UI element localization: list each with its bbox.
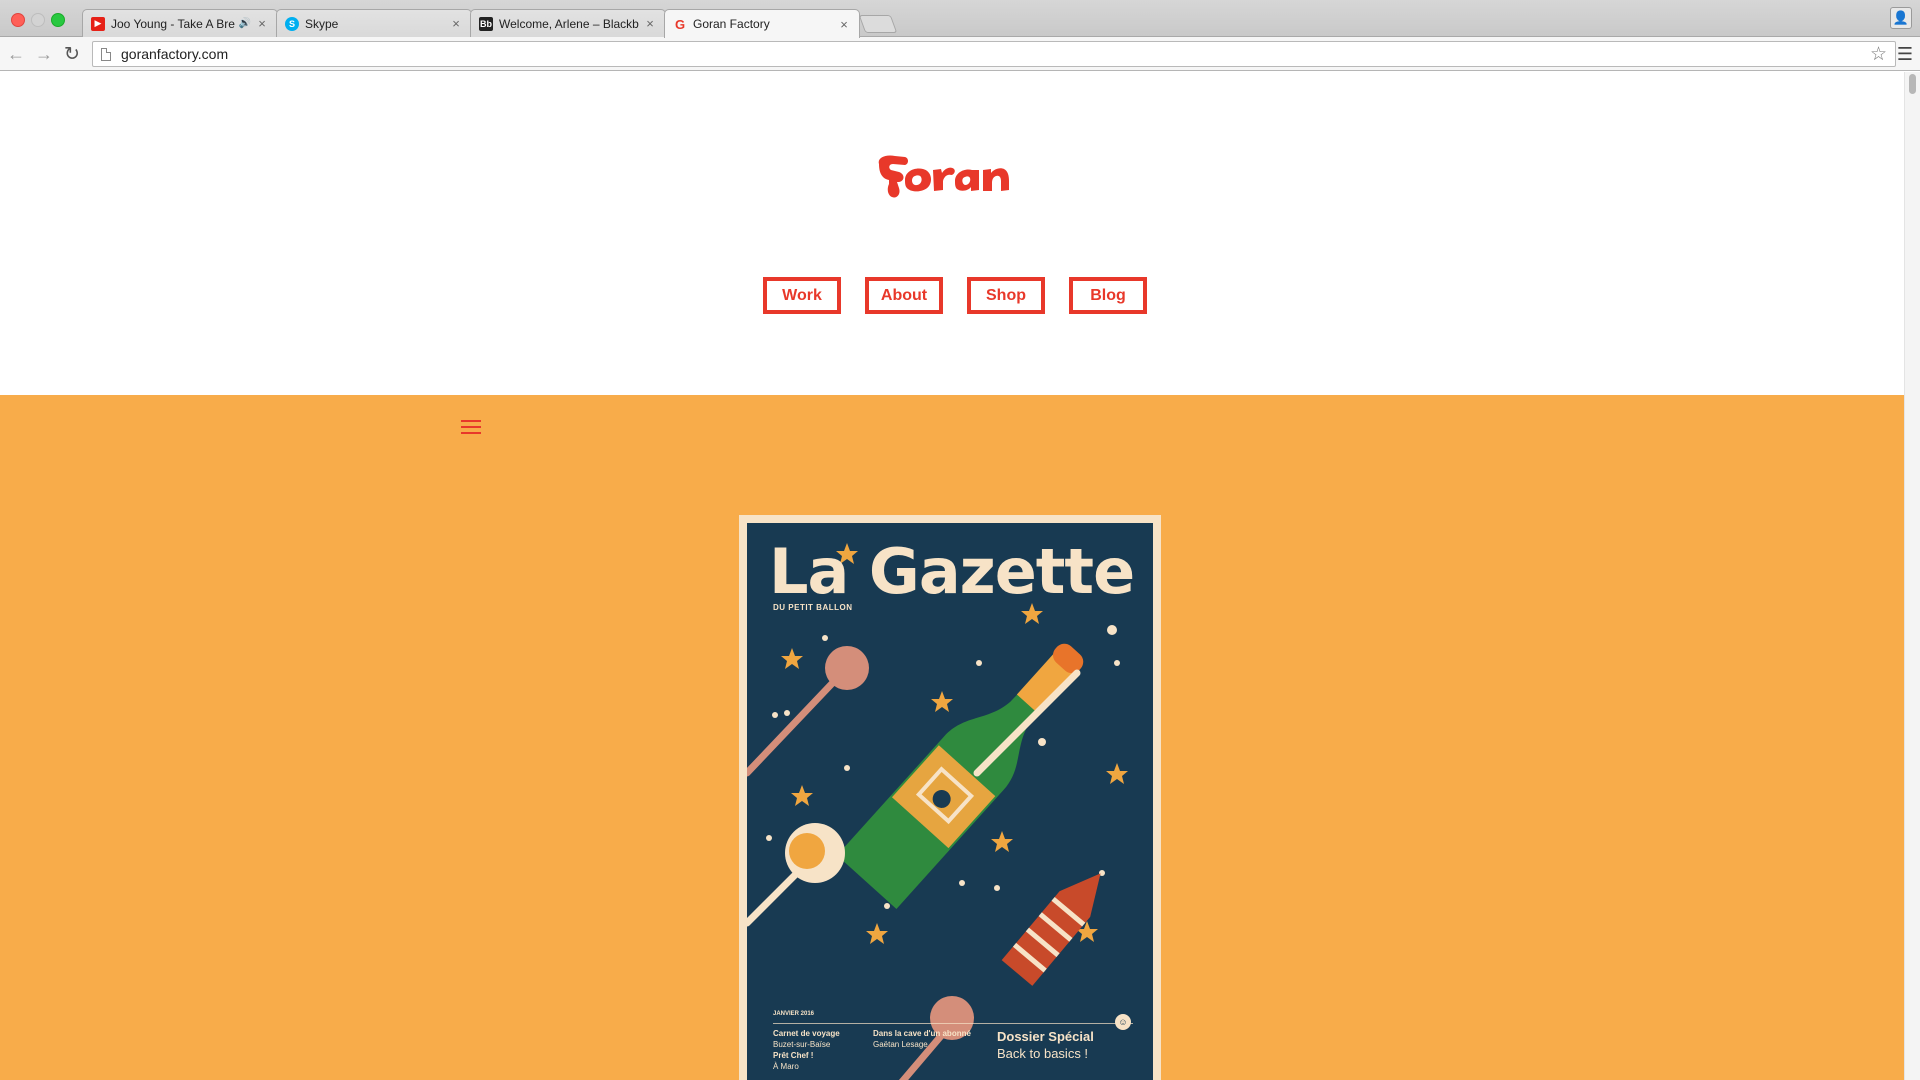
forward-button[interactable]: → — [33, 43, 55, 65]
tab-title: Joo Young - Take A Bre — [111, 16, 235, 31]
poster-column-2: Dans la cave d'un abonné Gaëtan Lesage — [873, 1028, 971, 1050]
close-icon[interactable]: × — [837, 17, 851, 32]
poster-col1-text2: À Maro — [773, 1062, 799, 1071]
nav-about-button[interactable]: About — [865, 277, 943, 314]
poster-col1-title: Carnet de voyage — [773, 1029, 840, 1038]
poster-title: La Gazette — [769, 535, 1135, 608]
poster-artwork: La Gazette DU PETIT BALLON JANVIER 2016 … — [747, 523, 1153, 1080]
window-maximize-button[interactable] — [51, 13, 65, 27]
hamburger-menu-icon[interactable] — [461, 420, 481, 434]
site-header: Work About Shop Blog — [0, 72, 1904, 395]
back-button[interactable]: ← — [5, 43, 27, 65]
poster-col3-text: Back to basics ! — [997, 1046, 1089, 1061]
nav-blog-button[interactable]: Blog — [1069, 277, 1147, 314]
hero-section: La Gazette DU PETIT BALLON JANVIER 2016 … — [0, 395, 1904, 1080]
speaker-icon[interactable]: 🔊 — [239, 18, 251, 29]
goran-icon: G — [674, 16, 686, 32]
address-text: goranfactory.com — [121, 46, 229, 62]
poster-column-1: Carnet de voyage Buzet-sur-Baïse Prêt Ch… — [773, 1028, 840, 1072]
poster-col3-title: Dossier Spécial — [997, 1029, 1094, 1044]
window-close-button[interactable] — [11, 13, 25, 27]
poster-divider — [773, 1023, 1133, 1024]
goran-logo[interactable] — [875, 154, 1031, 208]
browser-toolbar: ← → ↻ goranfactory.com ☆ ☰ — [0, 37, 1920, 71]
blackboard-icon: Bb — [479, 16, 493, 31]
poster-badge-icon: ☺ — [1115, 1014, 1131, 1030]
nav-work-button[interactable]: Work — [763, 277, 841, 314]
address-bar[interactable]: goranfactory.com ☆ — [92, 41, 1896, 67]
tab-title: Skype — [305, 16, 339, 31]
page-scrollbar[interactable] — [1904, 72, 1920, 1080]
page-viewport: Work About Shop Blog La Gazette DU PETIT… — [0, 72, 1920, 1080]
tab-blackboard[interactable]: Bb Welcome, Arlene – Blackb × — [470, 9, 666, 37]
poster-col1-title2: Prêt Chef ! — [773, 1051, 814, 1060]
skype-icon: S — [285, 16, 299, 31]
window-minimize-button[interactable] — [31, 13, 45, 27]
page-icon — [101, 47, 111, 61]
tab-goran-factory[interactable]: G Goran Factory × — [664, 9, 860, 38]
poster-date: JANVIER 2016 — [773, 1011, 815, 1017]
reload-button[interactable]: ↻ — [61, 43, 83, 65]
featured-poster[interactable]: La Gazette DU PETIT BALLON JANVIER 2016 … — [739, 515, 1161, 1080]
close-icon[interactable]: × — [449, 16, 463, 31]
tab-title: Welcome, Arlene – Blackb — [499, 16, 639, 31]
close-icon[interactable]: × — [255, 16, 269, 31]
poster-col1-text: Buzet-sur-Baïse — [773, 1040, 831, 1049]
poster-col2-text: Gaëtan Lesage — [873, 1040, 928, 1049]
bookmark-star-icon[interactable]: ☆ — [1870, 43, 1887, 66]
main-nav: Work About Shop Blog — [763, 277, 1147, 314]
tab-youtube[interactable]: ▶ Joo Young - Take A Bre 🔊 × — [82, 9, 278, 37]
tab-title: Goran Factory — [693, 17, 770, 31]
poster-col2-title: Dans la cave d'un abonné — [873, 1029, 971, 1038]
new-tab-button[interactable] — [858, 15, 898, 33]
browser-menu-icon[interactable]: ☰ — [1897, 44, 1913, 65]
poster-subtitle: DU PETIT BALLON — [773, 603, 853, 612]
scrollbar-thumb[interactable] — [1909, 74, 1916, 94]
profile-icon[interactable]: 👤 — [1890, 7, 1912, 29]
poster-column-3: Dossier Spécial Back to basics ! — [997, 1028, 1094, 1062]
youtube-icon: ▶ — [91, 16, 105, 31]
nav-shop-button[interactable]: Shop — [967, 277, 1045, 314]
close-icon[interactable]: × — [643, 16, 657, 31]
tab-skype[interactable]: S Skype × — [276, 9, 472, 37]
browser-tab-bar: ▶ Joo Young - Take A Bre 🔊 × S Skype × B… — [0, 0, 1920, 38]
